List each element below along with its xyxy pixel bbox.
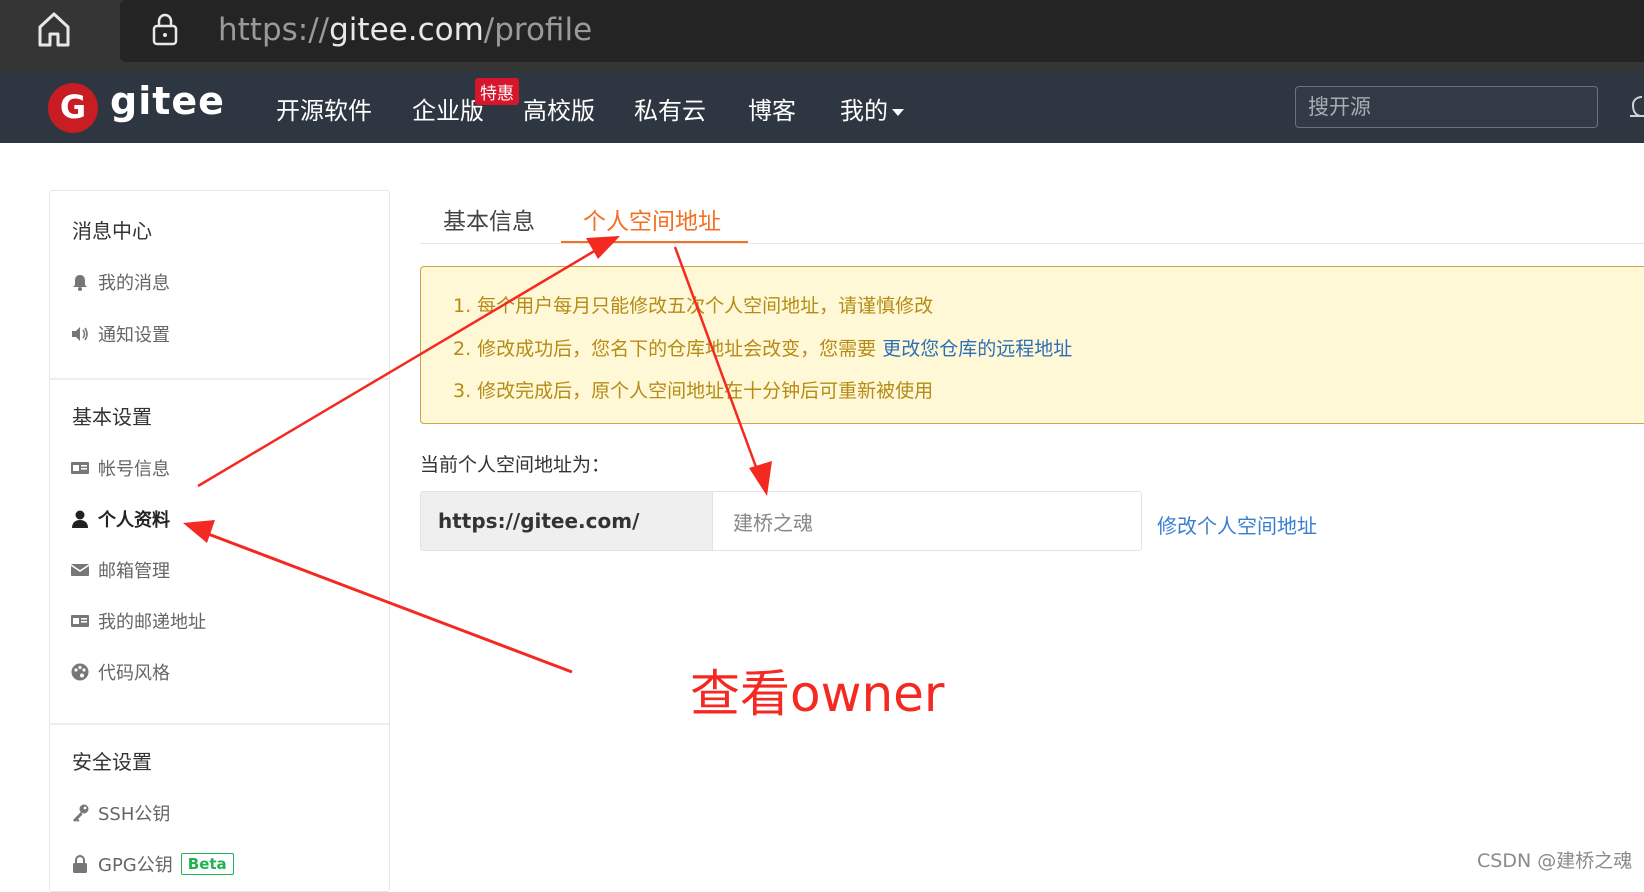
home-icon[interactable] <box>36 9 72 49</box>
tab-personal-space[interactable]: 个人空间地址 <box>583 202 721 236</box>
envelope-icon <box>70 560 90 580</box>
url-text: https://gitee.com/profile <box>218 12 592 48</box>
url-prefix-addon: https://gitee.com/ <box>420 491 712 551</box>
change-remote-link[interactable]: 更改您仓库的远程地址 <box>882 338 1072 360</box>
notice-line-1: 1. 每个用户每月只能修改五次个人空间地址，请谨慎修改 <box>453 295 934 317</box>
lock-icon <box>150 12 180 46</box>
user-icon <box>70 509 90 529</box>
annotation-label: 查看owner <box>690 665 945 723</box>
sidebar-item-label: 我的邮递地址 <box>98 612 206 633</box>
site-header: G gitee 开源软件 企业版 特惠 高校版 私有云 博客 我的 <box>0 72 1644 143</box>
caret-down-icon <box>892 108 904 116</box>
id-card-icon <box>70 611 90 631</box>
sidebar-item-label: 邮箱管理 <box>98 561 170 582</box>
gitee-logo-icon[interactable]: G <box>48 83 98 133</box>
notice-line-3: 3. 修改完成后，原个人空间地址在十分钟后可重新被使用 <box>453 380 934 402</box>
modify-space-link[interactable]: 修改个人空间地址 <box>1157 510 1317 539</box>
notification-bell-icon[interactable] <box>1626 90 1644 124</box>
section-title-basic: 基本设置 <box>72 405 152 429</box>
nav-enterprise[interactable]: 企业版 <box>412 91 484 126</box>
nav-blog[interactable]: 博客 <box>748 91 796 126</box>
sidebar-item-label: 个人资料 <box>98 510 170 531</box>
nav-mine-label: 我的 <box>840 97 888 125</box>
arrow-head <box>586 236 620 259</box>
promo-badge: 特惠 <box>475 78 519 105</box>
notice-line-2-text: 2. 修改成功后，您名下的仓库地址会改变，您需要 <box>453 338 883 360</box>
palette-icon <box>70 662 90 682</box>
warning-notice: 1. 每个用户每月只能修改五次个人空间地址，请谨慎修改 2. 修改成功后，您名下… <box>420 266 1644 424</box>
key-icon <box>70 803 90 823</box>
sidebar-item-mailing-address[interactable]: 我的邮递地址 <box>70 608 206 634</box>
sidebar-divider <box>50 723 389 725</box>
bell-icon <box>70 272 90 292</box>
lock-icon <box>70 854 90 874</box>
logo-text[interactable]: gitee <box>110 79 225 123</box>
sidebar-item-label: 我的消息 <box>98 273 170 294</box>
logo-letter: G <box>59 88 87 126</box>
settings-sidebar: 消息中心 我的消息 通知设置 基本设置 帐号信息 个人资料 邮箱管理 我的邮递地… <box>49 190 390 892</box>
sidebar-item-label: 帐号信息 <box>98 459 170 480</box>
nav-mine[interactable]: 我的 <box>840 91 904 126</box>
watermark: CSDN @建桥之魂 <box>1477 850 1633 872</box>
tab-divider <box>420 243 1644 244</box>
address-bar[interactable]: https://gitee.com/profile <box>120 0 1644 62</box>
sidebar-item-label: SSH公钥 <box>98 804 171 825</box>
nav-education[interactable]: 高校版 <box>523 91 595 126</box>
notice-line-2: 2. 修改成功后，您名下的仓库地址会改变，您需要 更改您仓库的远程地址 <box>453 334 1072 361</box>
search-input[interactable] <box>1295 86 1598 128</box>
speaker-icon <box>70 324 90 344</box>
sidebar-item-profile[interactable]: 个人资料 <box>70 506 170 532</box>
beta-badge: Beta <box>180 853 234 875</box>
url-prefix-text: https://gitee.com/ <box>438 509 640 533</box>
url-path: /profile <box>483 12 593 48</box>
nav-private-cloud[interactable]: 私有云 <box>634 91 706 126</box>
sidebar-item-notification-settings[interactable]: 通知设置 <box>70 321 170 347</box>
tab-basic-info[interactable]: 基本信息 <box>443 202 535 236</box>
sidebar-item-gpg-keys[interactable]: GPG公钥 Beta <box>70 851 234 877</box>
browser-toolbar: https://gitee.com/profile <box>0 0 1644 72</box>
sidebar-item-code-style[interactable]: 代码风格 <box>70 659 170 685</box>
section-title-security: 安全设置 <box>72 750 152 774</box>
sidebar-item-account-info[interactable]: 帐号信息 <box>70 455 170 481</box>
url-domain: gitee.com <box>329 12 484 48</box>
sidebar-item-label: 代码风格 <box>98 663 170 684</box>
sidebar-item-my-messages[interactable]: 我的消息 <box>70 269 170 295</box>
nav-opensource[interactable]: 开源软件 <box>276 91 372 126</box>
sidebar-item-label: GPG公钥 <box>98 855 173 876</box>
section-title-messages: 消息中心 <box>72 219 152 243</box>
id-card-icon <box>70 458 90 478</box>
sidebar-divider <box>50 378 389 380</box>
sidebar-item-email[interactable]: 邮箱管理 <box>70 557 170 583</box>
sidebar-item-label: 通知设置 <box>98 325 170 346</box>
current-address-label: 当前个人空间地址为： <box>420 454 611 476</box>
url-scheme: https:// <box>218 12 330 48</box>
sidebar-item-ssh-keys[interactable]: SSH公钥 <box>70 800 170 826</box>
space-address-input[interactable] <box>712 491 1142 551</box>
